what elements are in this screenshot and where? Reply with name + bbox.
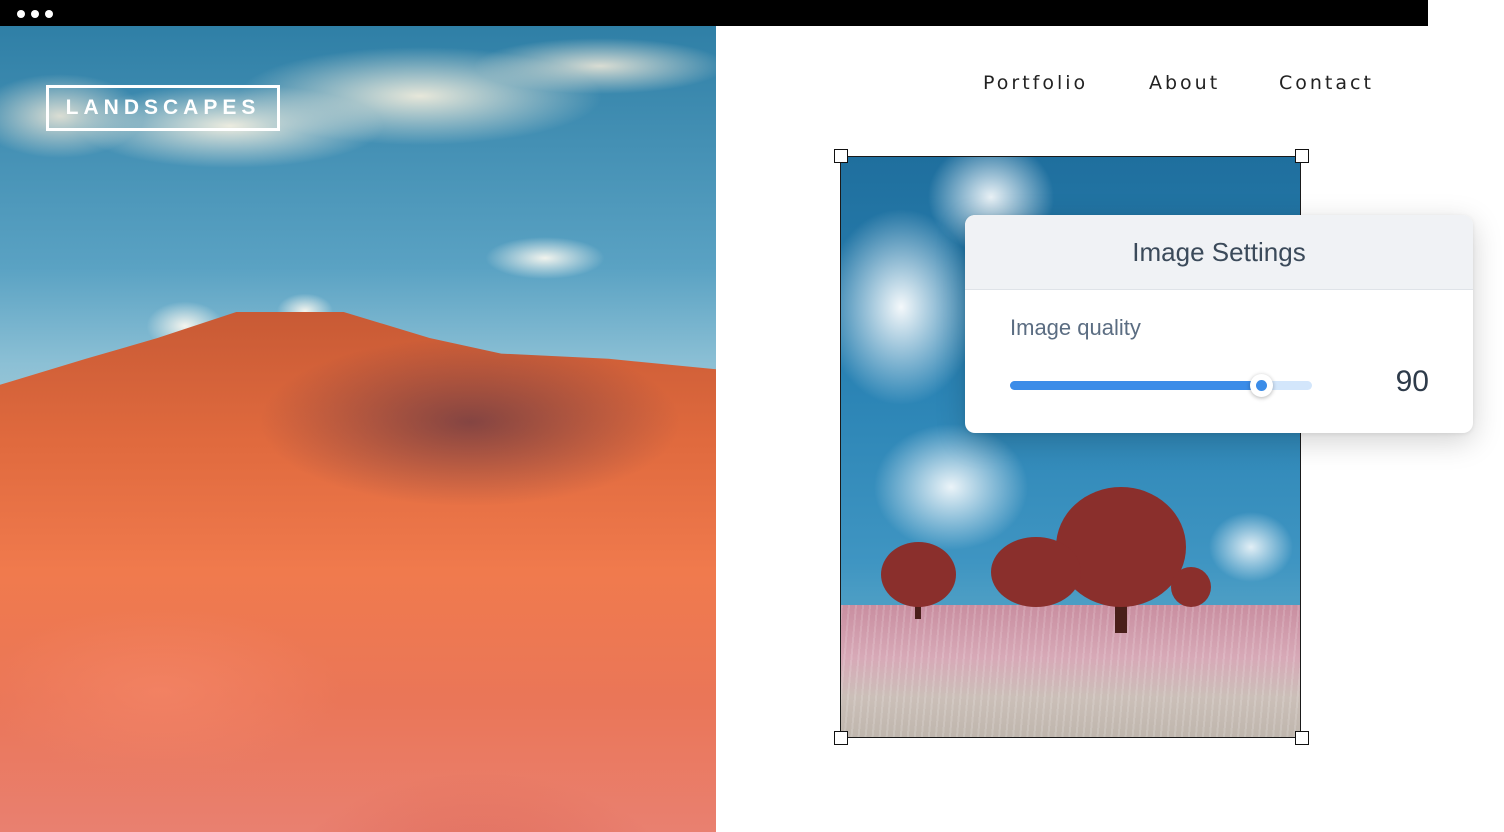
window-dot-icon [31,10,39,18]
resize-handle-bottom-left[interactable] [834,731,848,745]
image-quality-value: 90 [1395,365,1429,398]
slider-thumb[interactable] [1249,374,1273,397]
image-settings-panel: Image Settings Image quality 90 [965,215,1473,433]
resize-handle-top-right[interactable] [1295,149,1309,163]
nav-contact-link[interactable]: Contact [1279,72,1374,94]
panel-header: Image Settings [965,215,1473,290]
panel-title: Image Settings [1132,236,1306,267]
window-titlebar [0,0,1428,26]
hero-landscape-image: LANDSCAPES [0,26,716,832]
site-logo[interactable]: LANDSCAPES [46,85,280,131]
slider-fill [1010,381,1261,390]
image-quality-slider[interactable] [1010,374,1312,397]
nav-about-link[interactable]: About [1149,72,1220,94]
site-logo-text: LANDSCAPES [65,96,261,119]
image-quality-label: Image quality [1010,315,1141,340]
resize-handle-top-left[interactable] [834,149,848,163]
tree [991,537,1081,607]
window-dot-icon [17,10,25,18]
tree [881,542,956,607]
meadow-field [841,605,1300,737]
tree [1056,487,1186,607]
orange-hill-foliage [0,312,716,832]
window-dot-icon [45,10,53,18]
resize-handle-bottom-right[interactable] [1295,731,1309,745]
tree [1171,567,1211,607]
nav-portfolio-link[interactable]: Portfolio [983,72,1088,94]
